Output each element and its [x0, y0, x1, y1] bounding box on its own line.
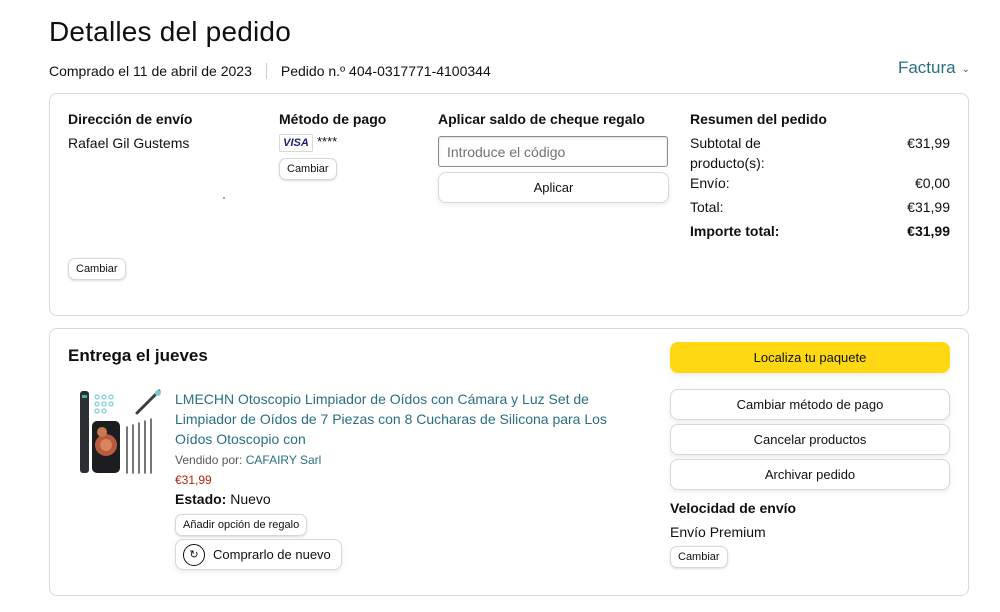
gift-code-input[interactable]	[438, 136, 668, 167]
product-price: €31,99	[175, 473, 212, 487]
track-package-button[interactable]: Localiza tu paquete	[670, 342, 950, 373]
shipping-speed-heading: Velocidad de envío	[670, 500, 797, 516]
payment-heading: Método de pago	[279, 111, 387, 127]
meta-divider	[265, 63, 267, 79]
order-summary-card: Dirección de envío Rafael Gil Gustems Ca…	[49, 93, 969, 316]
archive-order-button[interactable]: Archivar pedido	[670, 459, 950, 490]
subtotal-label: Subtotal de producto(s):	[690, 135, 765, 171]
purchase-date: Comprado el 11 de abril de 2023	[49, 63, 252, 79]
seller-info: Vendido por: CAFAIRY Sarl	[175, 453, 321, 467]
seller-link[interactable]: CAFAIRY Sarl	[246, 453, 322, 467]
invoice-dropdown[interactable]: Factura ⌄	[898, 58, 970, 78]
add-gift-option-button[interactable]: Añadir opción de regalo	[175, 514, 308, 536]
shipping-speed-value: Envío Premium	[670, 524, 766, 540]
visa-card-icon: VISA	[279, 134, 313, 152]
apply-gift-button[interactable]: Aplicar	[438, 172, 669, 203]
grand-total-value: €31,99	[907, 223, 950, 239]
chevron-down-icon: ⌄	[961, 63, 970, 75]
rebuy-icon: ↻	[183, 543, 205, 566]
change-payment-button[interactable]: Cambiar	[279, 158, 337, 180]
buy-again-button[interactable]: ↻ Comprarlo de nuevo	[175, 539, 342, 570]
order-meta: Comprado el 11 de abril de 2023 Pedido n…	[49, 63, 491, 79]
order-number: Pedido n.º 404-0317771-4100344	[280, 63, 491, 79]
change-payment-method-button[interactable]: Cambiar método de pago	[670, 389, 950, 420]
product-thumbnail[interactable]	[77, 387, 165, 479]
page-title: Detalles del pedido	[49, 16, 291, 47]
delivery-card: Entrega el jueves LMECHN Otoscopio Limpi…	[49, 328, 969, 596]
card-mask: ****	[317, 134, 338, 149]
total-label: Total:	[690, 199, 724, 215]
condition-label: Estado:	[175, 491, 227, 507]
buy-again-label: Comprarlo de nuevo	[213, 547, 331, 562]
grand-total-label: Importe total:	[690, 223, 780, 239]
order-summary-heading: Resumen del pedido	[690, 111, 827, 127]
product-title-link[interactable]: LMECHN Otoscopio Limpiador de Oídos con …	[175, 389, 615, 449]
sold-by-label: Vendido por:	[175, 453, 243, 467]
condition-value: Nuevo	[230, 491, 271, 507]
shipping-cost-label: Envío:	[690, 175, 730, 191]
shipping-cost-value: €0,00	[914, 175, 950, 191]
change-shipping-speed-button[interactable]: Cambiar	[670, 546, 728, 568]
change-address-button[interactable]: Cambiar	[68, 258, 126, 280]
delivery-title: Entrega el jueves	[68, 346, 208, 365]
shipping-heading: Dirección de envío	[68, 111, 193, 127]
subtotal-value: €31,99	[907, 135, 950, 151]
gift-card-heading: Aplicar saldo de cheque regalo	[438, 111, 645, 127]
invoice-label: Factura	[897, 58, 956, 77]
product-condition: Estado: Nuevo	[175, 491, 271, 507]
cancel-items-button[interactable]: Cancelar productos	[670, 424, 950, 455]
shipping-name: Rafael Gil Gustems	[68, 135, 190, 151]
address-placeholder-dot	[223, 197, 225, 199]
total-value: €31,99	[907, 199, 950, 215]
